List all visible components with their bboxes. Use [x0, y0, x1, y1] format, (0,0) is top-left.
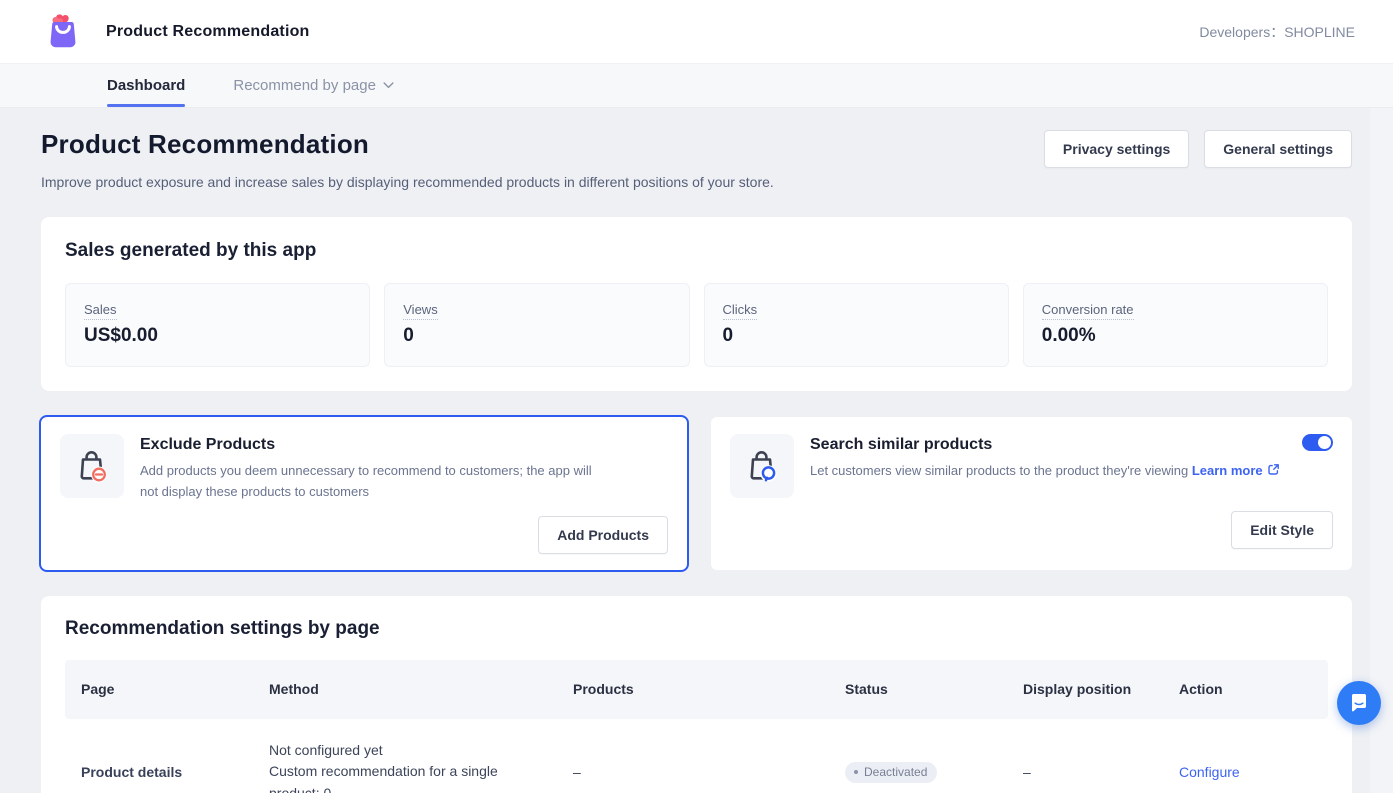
stat-value-views: 0	[403, 325, 670, 347]
configure-link[interactable]: Configure	[1179, 764, 1240, 780]
stats-row: Sales US$0.00 Views 0 Clicks 0 Conversio…	[65, 283, 1328, 367]
app-header-title: Product Recommendation	[106, 23, 310, 41]
chevron-down-icon	[383, 82, 394, 89]
cell-products: –	[557, 764, 829, 780]
bag-exclude-icon	[72, 446, 112, 486]
search-similar-card: Search similar products Let customers vi…	[711, 417, 1352, 570]
exclude-products-icon-box	[60, 434, 124, 498]
settings-section-card: Recommendation settings by page Page Met…	[41, 596, 1352, 793]
cell-page: Product details	[65, 764, 253, 780]
learn-more-link[interactable]: Learn more	[1192, 463, 1263, 478]
chat-launcher-button[interactable]	[1337, 681, 1381, 725]
cell-status: Deactivated	[829, 761, 1007, 783]
chat-bubble-icon	[1348, 692, 1370, 714]
page-title: Product Recommendation	[41, 129, 774, 160]
stat-label-sales: Sales	[84, 302, 117, 320]
col-header-products: Products	[557, 681, 829, 697]
app-header: Product Recommendation Developers：SHOPLI…	[0, 0, 1393, 64]
method-line-2: Custom recommendation for a single produ…	[269, 761, 541, 793]
col-header-status: Status	[829, 681, 1007, 697]
stat-card-clicks: Clicks 0	[704, 283, 1009, 367]
exclude-products-description: Add products you deem unnecessary to rec…	[140, 461, 595, 503]
toggle-knob	[1318, 436, 1331, 449]
edit-style-button[interactable]: Edit Style	[1231, 511, 1333, 549]
privacy-settings-button[interactable]: Privacy settings	[1044, 130, 1189, 168]
stat-value-clicks: 0	[723, 325, 990, 347]
settings-table: Page Method Products Status Display posi…	[65, 660, 1328, 793]
stat-card-views: Views 0	[384, 283, 689, 367]
bag-search-icon	[742, 446, 782, 486]
col-header-page: Page	[65, 681, 253, 697]
tab-recommend-label: Recommend by page	[233, 77, 376, 94]
app-logo-icon	[42, 11, 84, 53]
method-line-1: Not configured yet	[269, 740, 541, 762]
exclude-products-card: Exclude Products Add products you deem u…	[41, 417, 687, 570]
page-head: Product Recommendation Improve product e…	[41, 129, 1352, 190]
stat-card-sales: Sales US$0.00	[65, 283, 370, 367]
tab-bar: Dashboard Recommend by page	[0, 64, 1393, 108]
settings-section-title: Recommendation settings by page	[65, 618, 1328, 640]
add-products-button[interactable]: Add Products	[538, 516, 668, 554]
tab-dashboard[interactable]: Dashboard	[107, 64, 185, 107]
general-settings-button[interactable]: General settings	[1204, 130, 1352, 168]
sales-section-card: Sales generated by this app Sales US$0.0…	[41, 217, 1352, 391]
search-similar-toggle[interactable]	[1302, 434, 1333, 451]
stat-card-conversion-rate: Conversion rate 0.00%	[1023, 283, 1328, 367]
stat-label-conversion-rate: Conversion rate	[1042, 302, 1134, 320]
search-similar-icon-box	[730, 434, 794, 498]
exclude-products-title: Exclude Products	[140, 436, 595, 454]
developers-label: Developers：SHOPLINE	[1199, 22, 1355, 42]
search-similar-title: Search similar products	[810, 436, 1280, 454]
cell-display-position: –	[1007, 764, 1163, 780]
status-badge: Deactivated	[845, 762, 937, 783]
status-dot	[854, 770, 858, 774]
search-similar-description: Let customers view similar products to t…	[810, 461, 1280, 482]
external-link-icon	[1267, 463, 1280, 476]
search-similar-description-text: Let customers view similar products to t…	[810, 463, 1188, 478]
tab-recommend-by-page[interactable]: Recommend by page	[233, 64, 394, 107]
stat-label-views: Views	[403, 302, 437, 320]
stat-value-conversion-rate: 0.00%	[1042, 325, 1309, 347]
table-header-row: Page Method Products Status Display posi…	[65, 660, 1328, 719]
sales-section-title: Sales generated by this app	[65, 240, 1328, 262]
tab-dashboard-label: Dashboard	[107, 77, 185, 94]
cell-method: Not configured yet Custom recommendation…	[253, 740, 557, 793]
stat-value-sales: US$0.00	[84, 325, 351, 347]
col-header-method: Method	[253, 681, 557, 697]
cell-action: Configure	[1163, 764, 1328, 780]
stat-label-clicks: Clicks	[723, 302, 758, 320]
col-header-action: Action	[1163, 681, 1328, 697]
col-header-display-position: Display position	[1007, 681, 1163, 697]
page-subtitle: Improve product exposure and increase sa…	[41, 174, 774, 190]
table-row: Product details Not configured yet Custo…	[65, 719, 1328, 793]
status-badge-label: Deactivated	[864, 765, 927, 779]
